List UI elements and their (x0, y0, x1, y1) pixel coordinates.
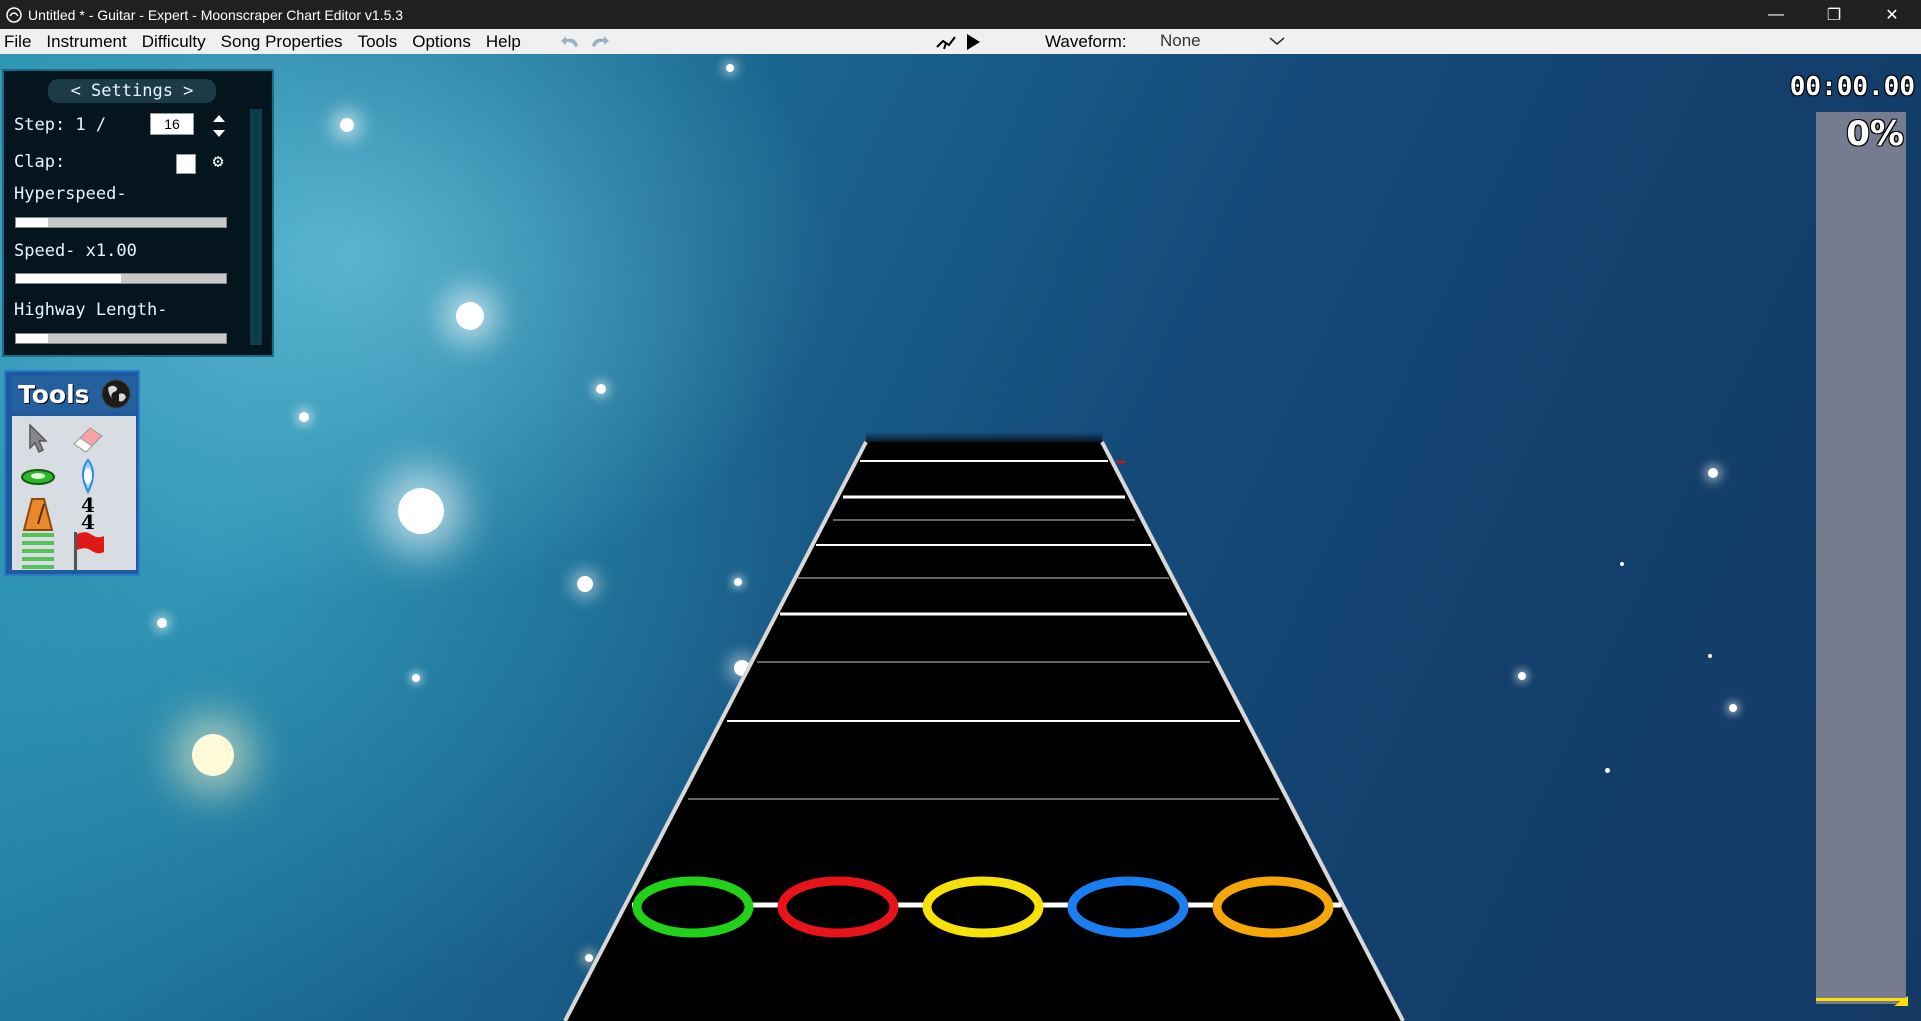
fret-row (632, 876, 1334, 938)
minimize-button[interactable]: — (1747, 0, 1805, 29)
tools-panel: Tools 4 4 (4, 370, 140, 576)
gear-icon[interactable]: ⚙ (208, 152, 228, 172)
fret-ring (777, 876, 899, 938)
progress-percent: 0% (1846, 114, 1904, 154)
slider-fill (16, 218, 48, 227)
song-progress-bar[interactable]: 0% (1816, 112, 1908, 1006)
editor-viewport[interactable]: < Settings > Step: 1 / 16 Clap: ⚙ Hypers… (0, 54, 1921, 1021)
redo-icon[interactable] (588, 34, 610, 50)
title-bar: Untitled * - Guitar - Expert - Moonscrap… (0, 0, 1921, 29)
section-tool[interactable] (20, 532, 56, 569)
speed-slider[interactable] (15, 273, 227, 284)
tools-header: Tools (12, 376, 136, 412)
waveform-label: Waveform: (1045, 32, 1127, 51)
menu-tools[interactable]: Tools (352, 29, 407, 54)
progress-baseline (1816, 998, 1906, 1001)
menu-song-properties[interactable]: Song Properties (215, 29, 352, 54)
fret-ring (922, 876, 1044, 938)
note-highway[interactable] (0, 54, 1921, 1021)
fret-ring (1212, 876, 1334, 938)
bpm-tool[interactable] (20, 496, 56, 532)
eraser-icon (73, 427, 103, 453)
slider-fill (16, 274, 121, 283)
settings-scrollbar[interactable] (250, 109, 262, 345)
waveform-value: None (1160, 31, 1201, 50)
cursor-icon (29, 423, 48, 454)
waveform-dropdown[interactable]: None (1160, 30, 1285, 52)
clap-checkbox[interactable] (176, 154, 196, 174)
metronome-toggle-icon[interactable] (935, 33, 957, 51)
app-icon (6, 6, 22, 23)
close-button[interactable]: ✕ (1863, 0, 1921, 29)
globe-icon[interactable] (100, 378, 132, 410)
menu-bar: File Instrument Difficulty Song Properti… (0, 29, 1921, 54)
settings-panel: < Settings > Step: 1 / 16 Clap: ⚙ Hypers… (2, 69, 274, 357)
tools-title: Tools (18, 379, 90, 409)
step-label: Step: 1 / (14, 115, 107, 135)
fret-ring (1067, 876, 1189, 938)
chevron-down-icon (1269, 37, 1285, 46)
speed-label: Speed- x1.00 (14, 241, 137, 261)
starpower-tool[interactable] (70, 458, 106, 494)
undo-icon[interactable] (560, 34, 582, 50)
window-title: Untitled * - Guitar - Expert - Moonscrap… (28, 6, 404, 23)
menu-help[interactable]: Help (480, 29, 530, 54)
note-icon (21, 469, 55, 485)
menu-options[interactable]: Options (406, 29, 480, 54)
song-time: 00:00.00 (1789, 72, 1915, 102)
time-signature-bottom: 4 (81, 510, 95, 534)
cursor-tool[interactable] (20, 420, 56, 456)
step-spinner[interactable] (210, 111, 228, 141)
eraser-tool[interactable] (70, 420, 106, 456)
play-icon[interactable] (965, 33, 981, 51)
tools-grid: 4 4 (12, 416, 136, 570)
time-signature-tool[interactable]: 4 4 (70, 495, 106, 534)
menu-instrument[interactable]: Instrument (40, 29, 135, 54)
menu-difficulty[interactable]: Difficulty (136, 29, 215, 54)
clap-label: Clap: (14, 152, 66, 172)
event-tool[interactable] (70, 532, 106, 570)
settings-header[interactable]: < Settings > (48, 79, 216, 103)
metronome-icon (22, 498, 54, 531)
decrement-icon[interactable] (213, 130, 225, 137)
hyperspeed-slider[interactable] (15, 217, 227, 228)
slider-fill (16, 334, 48, 343)
highway-length-label: Highway Length- (14, 300, 168, 320)
highway-length-slider[interactable] (15, 333, 227, 344)
step-input[interactable]: 16 (150, 113, 194, 135)
restore-button[interactable]: ❐ (1805, 0, 1863, 29)
fret-ring (632, 876, 754, 938)
menu-file[interactable]: File (0, 29, 40, 54)
note-tool[interactable] (20, 458, 56, 494)
flag-icon (74, 532, 104, 570)
increment-icon[interactable] (213, 115, 225, 122)
highway-fade (866, 432, 1102, 446)
starpower-icon (82, 458, 94, 494)
hyperspeed-label: Hyperspeed- (14, 184, 127, 204)
section-lines-icon (22, 533, 54, 569)
